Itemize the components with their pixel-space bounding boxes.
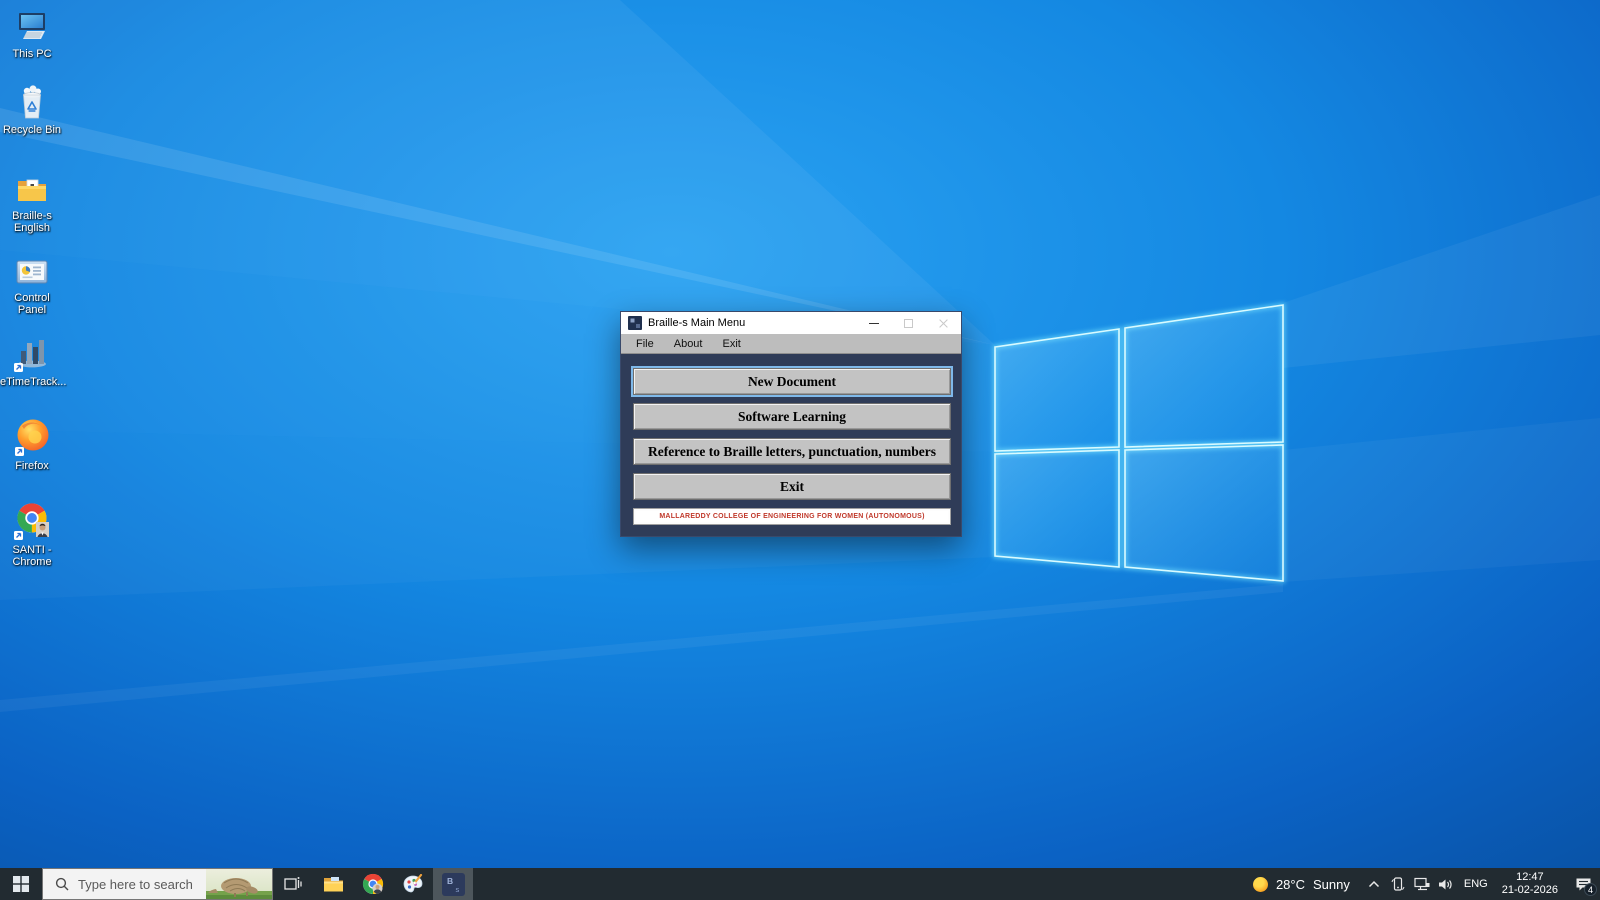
chrome-profile-badge <box>373 884 383 894</box>
network-ethernet-icon <box>1414 877 1430 891</box>
speaker-icon <box>1438 878 1453 891</box>
braille-app-icon: B s <box>442 873 465 896</box>
phone-sync-icon <box>1391 877 1405 892</box>
folder-icon <box>14 172 50 208</box>
braille-app-taskbar-button[interactable]: B s <box>433 868 473 900</box>
new-document-button[interactable]: New Document <box>633 368 951 395</box>
desktop-icon-etimetrack[interactable]: eTimeTrack... <box>0 334 64 388</box>
paint3d-icon <box>402 874 424 894</box>
maximize-button[interactable] <box>891 312 926 334</box>
desktop-icon-santi-chrome[interactable]: SANTI - Chrome <box>0 500 64 568</box>
volume-tray-button[interactable] <box>1434 868 1458 900</box>
close-button[interactable] <box>926 312 961 334</box>
svg-text:s: s <box>455 885 459 894</box>
window-title: Braille-s Main Menu <box>648 317 856 329</box>
weather-condition: Sunny <box>1313 877 1350 892</box>
search-icon <box>55 877 69 891</box>
desktop-icon-firefox[interactable]: Firefox <box>0 416 64 472</box>
desktop-icon-label: Control Panel <box>0 292 64 316</box>
chrome-icon <box>362 873 384 895</box>
this-pc-icon <box>14 10 50 46</box>
braille-reference-button[interactable]: Reference to Braille letters, punctuatio… <box>633 438 951 465</box>
braille-window-icon <box>628 316 642 330</box>
chrome-profile-icon <box>12 500 52 542</box>
search-highlight-image[interactable] <box>206 869 272 899</box>
braille-main-menu-window: Braille-s Main Menu File About Exit New … <box>620 311 962 537</box>
action-center-button[interactable]: 4 <box>1566 868 1600 900</box>
system-tray: 28°C Sunny <box>1241 868 1600 900</box>
weather-widget[interactable]: 28°C Sunny <box>1241 868 1362 900</box>
exit-button[interactable]: Exit <box>633 473 951 500</box>
menu-exit[interactable]: Exit <box>712 334 750 354</box>
profile-photo <box>36 522 49 537</box>
chrome-taskbar-button[interactable] <box>353 868 393 900</box>
minimize-icon <box>869 323 879 324</box>
start-button[interactable] <box>0 868 42 900</box>
tray-overflow-button[interactable] <box>1362 868 1386 900</box>
language-indicator[interactable]: ENG <box>1458 868 1494 900</box>
wallpaper-windows-logo <box>995 305 1283 581</box>
file-explorer-button[interactable] <box>313 868 353 900</box>
sun-icon <box>1253 877 1268 892</box>
tray-time: 12:47 <box>1502 871 1558 884</box>
taskbar: B s 28°C Sunny <box>0 868 1600 900</box>
task-view-icon <box>284 876 302 892</box>
desktop-screen: This PC Recycle Bin Braille-s English <box>0 0 1600 900</box>
minimize-button[interactable] <box>856 312 891 334</box>
task-view-button[interactable] <box>273 868 313 900</box>
bar-chart-app-icon <box>13 334 51 374</box>
chevron-up-icon <box>1368 880 1380 888</box>
firefox-icon <box>12 416 52 458</box>
recycle-bin-icon <box>14 84 50 122</box>
maximize-icon <box>904 319 913 328</box>
menu-about[interactable]: About <box>664 334 713 354</box>
software-learning-button[interactable]: Software Learning <box>633 403 951 430</box>
window-menubar: File About Exit <box>621 334 961 354</box>
paint3d-taskbar-button[interactable] <box>393 868 433 900</box>
search-input[interactable] <box>78 877 196 892</box>
windows-start-icon <box>13 876 29 892</box>
notification-count-badge: 4 <box>1584 883 1597 896</box>
desktop-icon-label: Firefox <box>0 460 64 472</box>
clock-widget[interactable]: 12:47 21-02-2026 <box>1494 868 1566 900</box>
file-explorer-icon <box>323 876 344 893</box>
desktop-icon-recycle-bin[interactable]: Recycle Bin <box>0 84 64 136</box>
taskbar-search-box[interactable] <box>42 868 273 900</box>
network-tray-button[interactable] <box>1410 868 1434 900</box>
window-body: New Document Software Learning Reference… <box>621 354 961 525</box>
desktop-icon-this-pc[interactable]: This PC <box>0 10 64 60</box>
desktop-icon-braille-english[interactable]: Braille-s English <box>0 172 64 234</box>
control-panel-icon <box>14 256 50 290</box>
menu-file[interactable]: File <box>626 334 664 354</box>
desktop-icon-label: This PC <box>0 48 64 60</box>
desktop-icon-label: Recycle Bin <box>0 124 64 136</box>
college-banner-text: MALLAREDDY COLLEGE OF ENGINEERING FOR WO… <box>659 513 924 520</box>
your-phone-tray-button[interactable] <box>1386 868 1410 900</box>
college-banner: MALLAREDDY COLLEGE OF ENGINEERING FOR WO… <box>633 508 951 525</box>
desktop-icon-label: eTimeTrack... <box>0 376 64 388</box>
desktop-icon-control-panel[interactable]: Control Panel <box>0 256 64 316</box>
desktop-icon-label: SANTI - Chrome <box>0 544 64 568</box>
weather-temperature: 28°C <box>1276 877 1305 892</box>
svg-text:B: B <box>447 876 453 886</box>
tray-date: 21-02-2026 <box>1502 884 1558 897</box>
desktop-icon-label: Braille-s English <box>0 210 64 234</box>
window-titlebar[interactable]: Braille-s Main Menu <box>621 312 961 334</box>
close-icon <box>938 318 949 329</box>
